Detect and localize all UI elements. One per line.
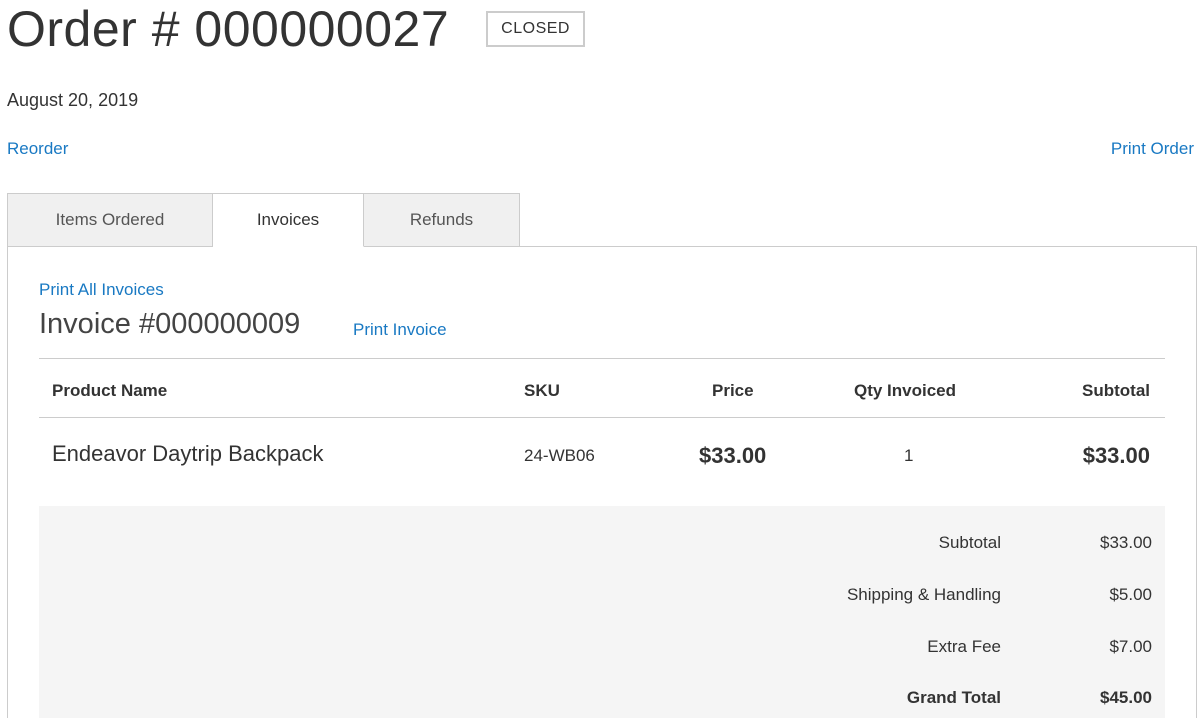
reorder-link[interactable]: Reorder	[7, 139, 68, 159]
totals-subtotal-value: $33.00	[1100, 533, 1152, 552]
qty-invoiced: 1	[904, 446, 914, 465]
totals-grand-total-value: $45.00	[1100, 688, 1152, 707]
print-all-invoices-link[interactable]: Print All Invoices	[39, 280, 164, 300]
page-title: Order # 000000027	[7, 1, 450, 57]
invoices-panel: Print All Invoices Invoice #000000009 Pr…	[7, 246, 1197, 718]
tab-refunds[interactable]: Refunds	[364, 193, 520, 247]
totals-subtotal-label: Subtotal	[938, 533, 1001, 552]
totals-shipping-label: Shipping & Handling	[846, 585, 1001, 604]
invoice-totals: Subtotal $33.00 Shipping & Handling $5.0…	[39, 506, 1165, 718]
table-divider	[39, 358, 1165, 359]
status-badge: CLOSED	[486, 11, 585, 47]
product-sku: 24-WB06	[524, 446, 595, 465]
table-divider	[39, 417, 1165, 418]
column-header-product-name: Product Name	[52, 381, 168, 400]
title-row: Order # 000000027 CLOSED	[7, 0, 585, 58]
totals-extra-fee-value: $7.00	[1109, 637, 1152, 656]
totals-shipping-value: $5.00	[1109, 585, 1152, 604]
product-price: $33.00	[699, 443, 767, 468]
product-name: Endeavor Daytrip Backpack	[52, 441, 324, 466]
order-date: August 20, 2019	[7, 90, 139, 110]
column-header-qty: Qty Invoiced	[854, 381, 957, 400]
product-subtotal: $33.00	[1082, 443, 1150, 468]
order-tabs: Items Ordered Invoices Refunds	[7, 193, 520, 247]
column-header-price: Price	[712, 381, 754, 400]
invoice-title: Invoice #000000009	[39, 308, 301, 340]
totals-extra-fee-label: Extra Fee	[927, 637, 1001, 656]
print-order-link[interactable]: Print Order	[1111, 139, 1194, 159]
tab-invoices[interactable]: Invoices	[213, 193, 364, 247]
tab-items-ordered[interactable]: Items Ordered	[7, 193, 213, 247]
column-header-subtotal: Subtotal	[1082, 381, 1150, 400]
print-invoice-link[interactable]: Print Invoice	[353, 320, 447, 340]
totals-grand-total-label: Grand Total	[906, 688, 1001, 707]
column-header-sku: SKU	[524, 381, 560, 400]
